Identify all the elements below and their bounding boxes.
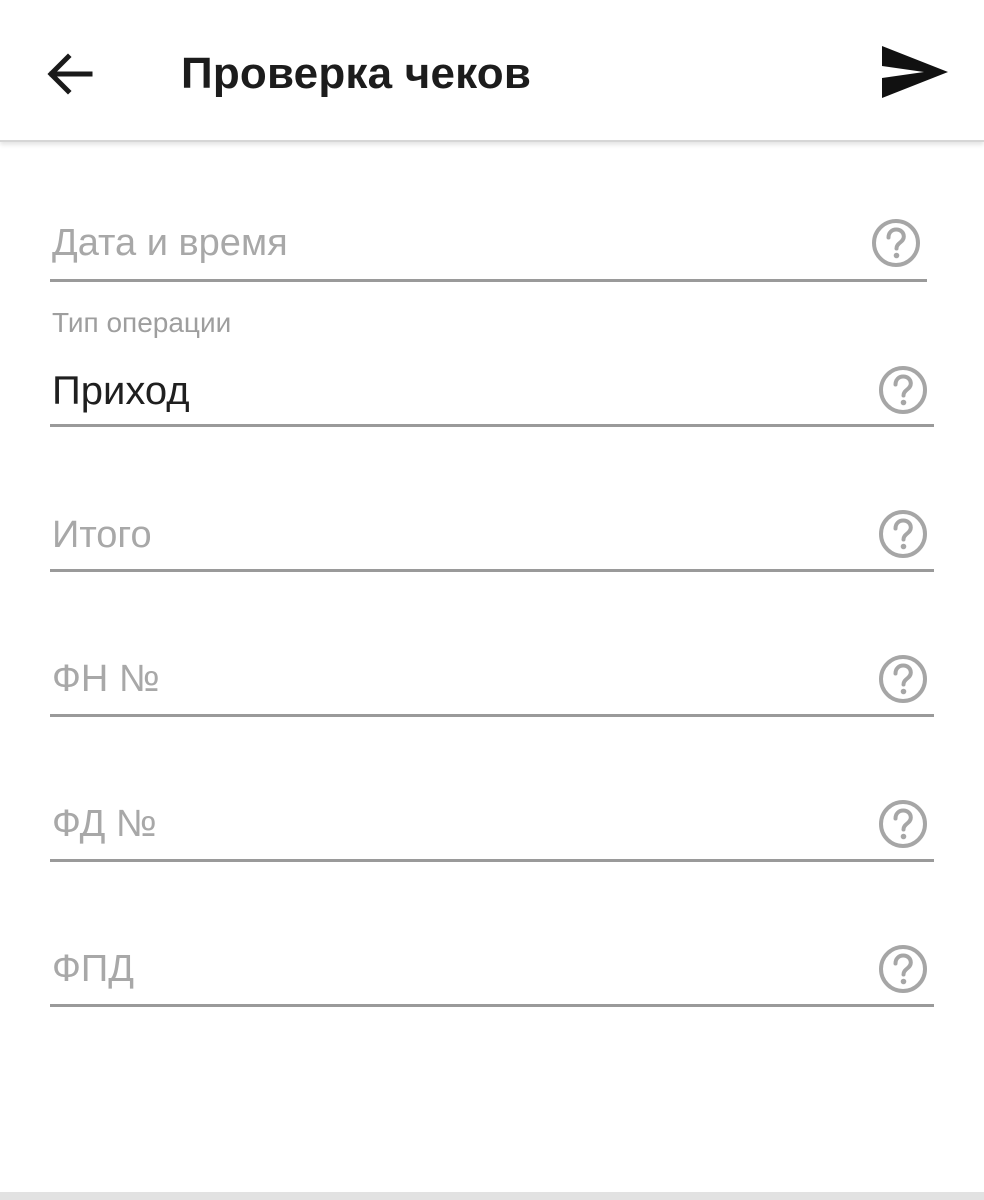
help-circle-icon[interactable] <box>870 217 922 269</box>
back-button[interactable] <box>32 36 108 112</box>
bottom-edge <box>0 1192 984 1200</box>
help-circle-icon[interactable] <box>877 508 929 560</box>
operation-type-underline <box>50 424 934 427</box>
operation-type-label: Тип операции <box>52 307 232 338</box>
help-circle-icon[interactable] <box>877 943 929 995</box>
send-icon <box>882 46 948 98</box>
help-circle-icon[interactable] <box>877 798 929 850</box>
arrow-left-icon <box>47 53 93 95</box>
total-field[interactable]: Итого <box>50 492 934 602</box>
fn-number-placeholder: ФН № <box>52 658 160 700</box>
operation-type-field[interactable]: Тип операции Приход <box>50 298 934 428</box>
fd-number-field[interactable]: ФД № <box>50 782 934 892</box>
check-form: Дата и время Тип операции Приход Итого Ф… <box>0 142 984 1192</box>
check-verification-screen: Проверка чеков Дата и время Тип операции… <box>0 0 984 1200</box>
help-circle-icon[interactable] <box>877 653 929 705</box>
datetime-underline <box>50 279 927 282</box>
fd-number-underline <box>50 859 934 862</box>
total-placeholder: Итого <box>52 514 152 556</box>
datetime-placeholder: Дата и время <box>52 222 288 264</box>
fpd-field[interactable]: ФПД <box>50 927 934 1037</box>
total-underline <box>50 569 934 572</box>
operation-type-value: Приход <box>52 369 190 413</box>
fn-number-field[interactable]: ФН № <box>50 637 934 747</box>
app-bar: Проверка чеков <box>0 0 984 142</box>
fn-number-underline <box>50 714 934 717</box>
fd-number-placeholder: ФД № <box>52 803 157 845</box>
fpd-underline <box>50 1004 934 1007</box>
fpd-placeholder: ФПД <box>52 948 134 990</box>
help-circle-icon[interactable] <box>877 364 929 416</box>
page-title: Проверка чеков <box>181 49 532 98</box>
send-button[interactable] <box>872 34 956 114</box>
datetime-field[interactable]: Дата и время <box>50 202 927 312</box>
